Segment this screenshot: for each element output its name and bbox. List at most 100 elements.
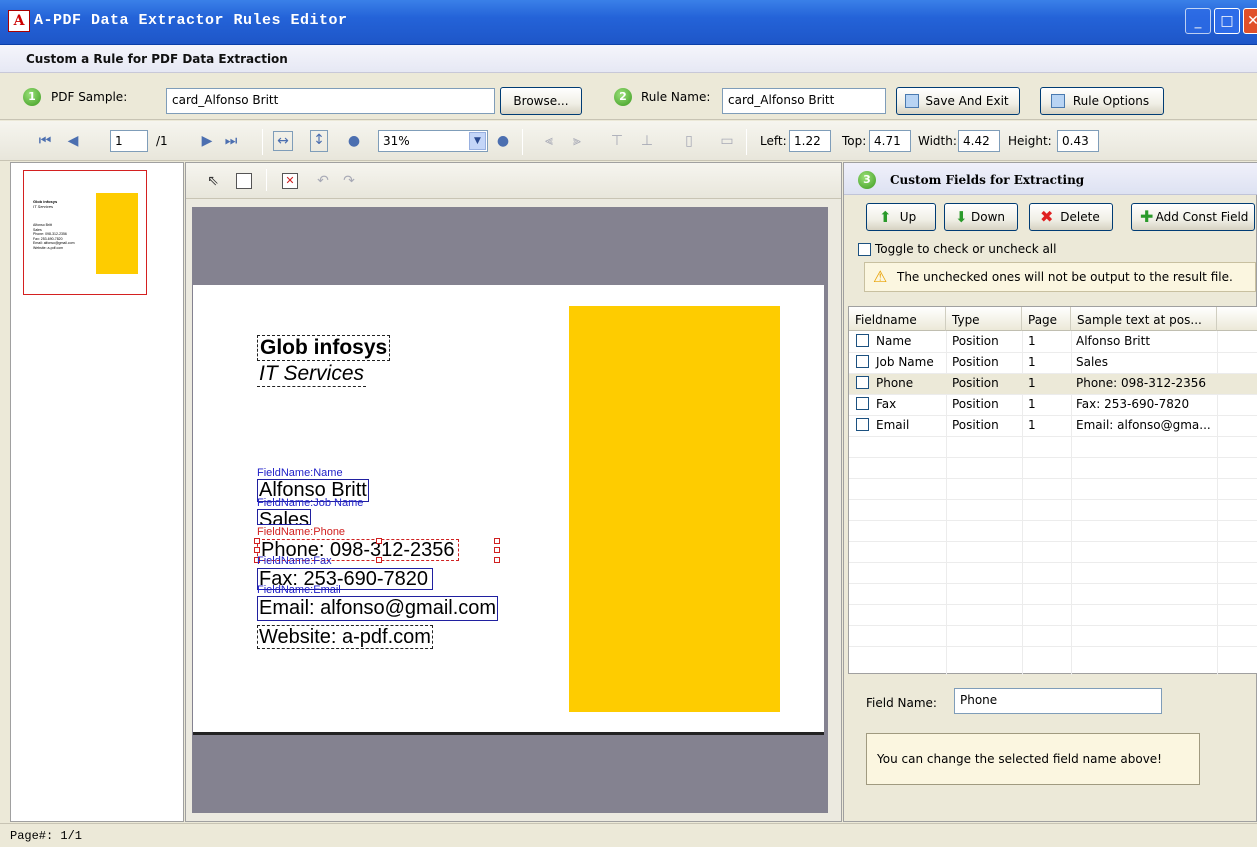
pdf-email[interactable]: Email: alfonso@gmail.com xyxy=(257,596,499,621)
minimize-button[interactable]: _ xyxy=(1185,8,1211,34)
canvas-toolbar: ⇖ ✕ ↶ ↷ xyxy=(186,163,841,199)
row-sample: Phone: 098-312-2356 xyxy=(1076,376,1207,390)
align-top-icon[interactable]: ⊤ xyxy=(608,132,626,150)
row-checkbox[interactable] xyxy=(856,376,869,389)
row-checkbox[interactable] xyxy=(856,418,869,431)
rule-options-button[interactable]: Rule Options xyxy=(1040,87,1164,115)
first-page-icon[interactable]: ⏮ xyxy=(36,132,54,150)
pdf-company[interactable]: Glob infosys xyxy=(257,335,391,361)
pdf-website[interactable]: Website: a-pdf.com xyxy=(257,625,433,649)
fit-width-icon[interactable]: ↔ xyxy=(273,131,293,151)
select-pointer-icon[interactable]: ⇖ xyxy=(204,172,222,190)
zoom-select[interactable]: 31% ▼ xyxy=(378,130,488,152)
arrow-up-icon: ⬆ xyxy=(879,208,892,226)
resize-handle[interactable] xyxy=(254,538,260,544)
column-header-type[interactable]: Type xyxy=(946,307,1022,331)
align-bottom-icon[interactable]: ⊥ xyxy=(638,132,656,150)
align-right-icon[interactable]: ⫸ xyxy=(568,132,586,150)
canvas-panel: ⇖ ✕ ↶ ↷ Glob infosys IT Services FieldNa… xyxy=(185,162,842,822)
resize-handle[interactable] xyxy=(376,538,382,544)
maximize-button[interactable]: □ xyxy=(1214,8,1240,34)
warning-icon: ⚠ xyxy=(873,267,888,286)
last-page-icon[interactable]: ⏭ xyxy=(222,132,240,150)
zoom-in-icon[interactable]: ● xyxy=(494,132,512,150)
toggle-all-checkbox[interactable] xyxy=(858,243,871,256)
rule-name-input[interactable]: card_Alfonso Britt xyxy=(722,88,886,114)
row-checkbox[interactable] xyxy=(856,355,869,368)
table-row[interactable]: Fax Position 1 Fax: 253-690-7820 xyxy=(849,394,1257,415)
delete-x-icon: ✖ xyxy=(1040,207,1054,226)
grid-line xyxy=(849,625,1257,626)
page-thumbnail[interactable]: Glob infosys IT Services Alfonso Britt S… xyxy=(23,170,147,295)
hint-box: You can change the selected field name a… xyxy=(866,733,1200,785)
row-fieldname: Job Name xyxy=(876,355,934,369)
status-bar: Page#: 1/1 xyxy=(0,823,1257,847)
table-row-selected[interactable]: Phone Position 1 Phone: 098-312-2356 xyxy=(849,373,1257,394)
row-type: Position xyxy=(952,334,999,348)
width-input[interactable]: 4.42 xyxy=(958,130,1000,152)
table-row[interactable]: Email Position 1 Email: alfonso@gma... xyxy=(849,415,1257,436)
pdf-viewer[interactable]: Glob infosys IT Services FieldName:Name … xyxy=(192,207,828,813)
field-name-input[interactable]: Phone xyxy=(954,688,1162,714)
previous-page-icon[interactable]: ◀ xyxy=(64,132,82,150)
grid-line xyxy=(849,352,1257,353)
grid-line xyxy=(849,478,1257,479)
yellow-block xyxy=(569,306,780,712)
table-row[interactable]: Job Name Position 1 Sales xyxy=(849,352,1257,373)
next-page-icon[interactable]: ▶ xyxy=(198,132,216,150)
save-and-exit-button[interactable]: Save And Exit xyxy=(896,87,1020,115)
grid-line xyxy=(849,499,1257,500)
column-header-fieldname[interactable]: Fieldname xyxy=(849,307,946,331)
undo-icon[interactable]: ↶ xyxy=(314,172,332,190)
pdf-sample-input[interactable]: card_Alfonso Britt xyxy=(166,88,495,114)
pdf-page[interactable]: Glob infosys IT Services FieldName:Name … xyxy=(193,285,824,732)
grid-line xyxy=(849,562,1257,563)
grid-line xyxy=(849,373,1257,374)
page-number-input[interactable]: 1 xyxy=(110,130,148,152)
toggle-all-label: Toggle to check or uncheck all xyxy=(875,242,1057,256)
fit-height-icon[interactable]: ↕ xyxy=(310,130,328,152)
resize-handle[interactable] xyxy=(494,538,500,544)
row-checkbox[interactable] xyxy=(856,334,869,347)
pdf-job[interactable]: Sales xyxy=(257,509,312,525)
draw-field-icon[interactable] xyxy=(236,173,252,189)
resize-handle[interactable] xyxy=(494,547,500,553)
close-button[interactable]: ✕ xyxy=(1243,8,1257,34)
height-input[interactable]: 0.43 xyxy=(1057,130,1099,152)
redo-icon[interactable]: ↷ xyxy=(340,172,358,190)
resize-handle[interactable] xyxy=(494,557,500,563)
step-2-icon: 2 xyxy=(614,88,632,106)
warning-box: ⚠ The unchecked ones will not be output … xyxy=(864,262,1256,292)
fields-table: Fieldname Type Page Sample text at pos..… xyxy=(848,306,1257,675)
resize-handle[interactable] xyxy=(254,547,260,553)
up-button[interactable]: ⬆ Up xyxy=(866,203,936,231)
top-input[interactable]: 4.71 xyxy=(869,130,911,152)
row-page: 1 xyxy=(1028,397,1036,411)
add-const-field-button[interactable]: ✚ Add Const Field xyxy=(1131,203,1255,231)
browse-button[interactable]: Browse... xyxy=(500,87,582,115)
delete-field-icon[interactable]: ✕ xyxy=(282,173,298,189)
options-icon xyxy=(1051,94,1065,108)
table-row[interactable]: Name Position 1 Alfonso Britt xyxy=(849,331,1257,352)
grid-line xyxy=(849,394,1257,395)
row-checkbox[interactable] xyxy=(856,397,869,410)
row-sample: Alfonso Britt xyxy=(1076,334,1151,348)
delete-button[interactable]: ✖ Delete xyxy=(1029,203,1113,231)
column-header-sample[interactable]: Sample text at pos... xyxy=(1071,307,1217,331)
chevron-down-icon[interactable]: ▼ xyxy=(469,132,486,150)
same-width-icon[interactable]: ▭ xyxy=(718,132,736,150)
thumb-detail: Email: alfonso@gmail.com xyxy=(33,241,75,245)
save-and-exit-label: Save And Exit xyxy=(925,94,1009,108)
column-header-page[interactable]: Page xyxy=(1022,307,1071,331)
pdf-sample-label: PDF Sample: xyxy=(51,90,128,104)
down-button[interactable]: ⬇ Down xyxy=(944,203,1018,231)
left-input[interactable]: 1.22 xyxy=(789,130,831,152)
row-sample: Email: alfonso@gma... xyxy=(1076,418,1211,432)
same-height-icon[interactable]: ▯ xyxy=(680,132,698,150)
pdf-tagline[interactable]: IT Services xyxy=(257,362,367,387)
zoom-out-icon[interactable]: ● xyxy=(345,132,363,150)
height-label: Height: xyxy=(1008,134,1052,148)
resize-handle[interactable] xyxy=(376,557,382,563)
row-page: 1 xyxy=(1028,376,1036,390)
align-left-icon[interactable]: ⫷ xyxy=(540,132,558,150)
